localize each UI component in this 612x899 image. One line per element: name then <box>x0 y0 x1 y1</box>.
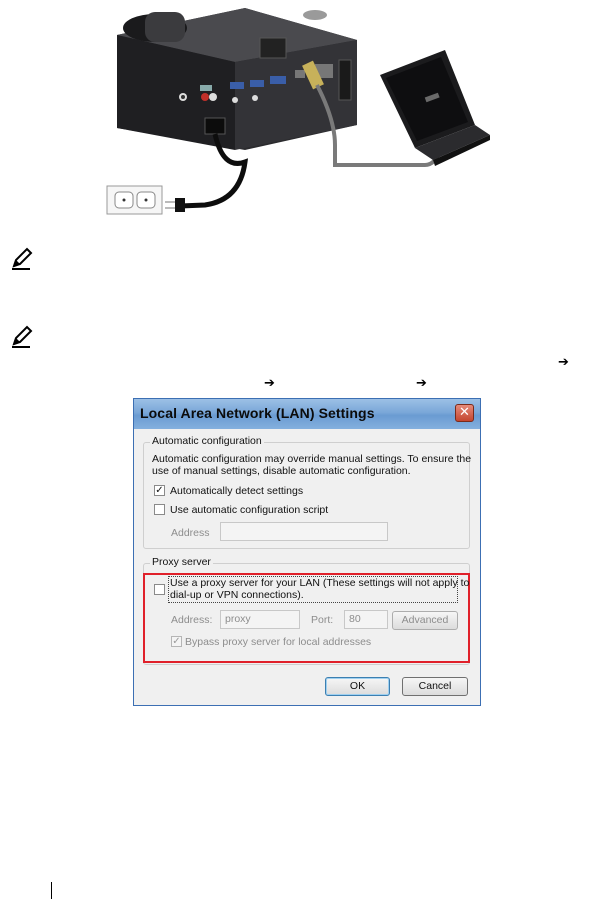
arrow-right-icon: ➔ <box>558 355 569 370</box>
cancel-button[interactable]: Cancel <box>402 677 468 696</box>
auto-detect-checkbox[interactable]: ✓ <box>154 485 165 496</box>
lan-settings-dialog: Local Area Network (LAN) Settings ✕ Auto… <box>133 398 481 706</box>
auto-config-description: Automatic configuration may override man… <box>152 453 472 465</box>
dialog-title-bar[interactable]: Local Area Network (LAN) Settings ✕ <box>134 399 480 429</box>
script-address-field[interactable] <box>220 522 388 541</box>
use-proxy-label[interactable]: Use a proxy server for your LAN (These s… <box>170 577 469 589</box>
use-proxy-checkbox[interactable] <box>154 584 165 595</box>
use-config-script-label[interactable]: Use automatic configuration script <box>170 504 328 516</box>
proxy-server-legend: Proxy server <box>150 556 213 568</box>
arrow-right-icon: ➔ <box>264 376 275 391</box>
note-pencil-icon <box>9 247 33 271</box>
automatic-configuration-legend: Automatic configuration <box>150 435 264 447</box>
note-pencil-icon <box>9 325 33 349</box>
arrow-right-icon: ➔ <box>416 376 427 391</box>
close-button[interactable]: ✕ <box>455 404 474 422</box>
close-icon: ✕ <box>459 405 470 420</box>
use-proxy-label[interactable]: dial-up or VPN connections). <box>170 589 304 601</box>
dialog-title: Local Area Network (LAN) Settings <box>140 405 375 421</box>
use-config-script-checkbox[interactable] <box>154 504 165 515</box>
auto-config-description: use of manual settings, disable automati… <box>152 465 411 477</box>
advanced-button[interactable]: Advanced <box>392 611 458 630</box>
auto-detect-label[interactable]: Automatically detect settings <box>170 485 303 497</box>
bypass-proxy-checkbox[interactable]: ✓ <box>171 636 182 647</box>
ok-button[interactable]: OK <box>325 677 390 696</box>
proxy-address-label: Address: <box>171 614 213 626</box>
bypass-proxy-label[interactable]: Bypass proxy server for local addresses <box>185 636 371 648</box>
proxy-address-field[interactable]: proxy <box>220 610 300 629</box>
proxy-port-label: Port: <box>311 614 334 626</box>
page-footer-rule <box>51 882 52 899</box>
projector-laptop-connection-illustration <box>106 8 490 215</box>
script-address-label: Address <box>171 527 210 539</box>
proxy-port-field[interactable]: 80 <box>344 610 388 629</box>
